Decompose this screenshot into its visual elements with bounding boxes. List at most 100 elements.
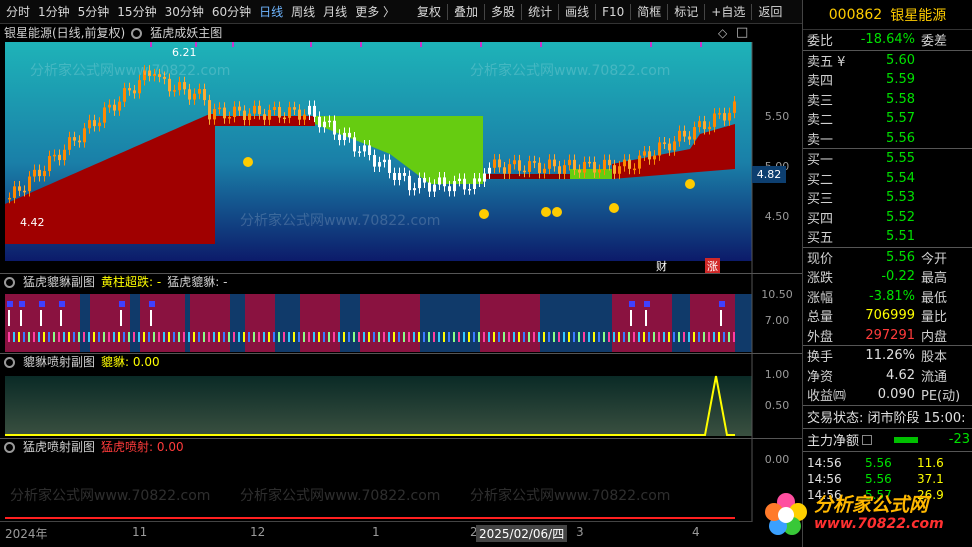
sub1-white-bar <box>20 310 22 326</box>
sub1-bar <box>93 332 95 342</box>
ask-row: 卖四 5.59 <box>803 70 972 90</box>
tab-60min[interactable]: 60分钟 <box>208 0 255 24</box>
sub1-y-axis: 10.50 7.00 <box>752 274 802 354</box>
x-tick: 1 <box>372 525 380 539</box>
adjust-button[interactable]: 复权 <box>413 0 445 24</box>
gear-icon[interactable] <box>4 441 15 453</box>
money-bag-icon <box>552 207 562 217</box>
sub-chart-3-panel[interactable]: 猛虎喷射副图 猛虎喷射: 0.00 0.00 <box>0 438 802 522</box>
sub1-bar <box>58 332 60 342</box>
finance-marker[interactable]: 财 <box>656 258 667 274</box>
candle-body <box>243 110 246 120</box>
ask-price: 5.60 <box>886 52 915 68</box>
tab-15min[interactable]: 15分钟 <box>113 0 160 24</box>
sub1-bar <box>543 332 545 342</box>
candle-body <box>728 112 731 121</box>
candle-body <box>278 106 281 118</box>
rise-marker[interactable]: 涨 <box>705 258 720 274</box>
main-y-axis: 5.50 5.00 4.50 <box>752 24 802 273</box>
stat-row: 净资 4.62 流通 <box>803 366 972 386</box>
gear-icon[interactable] <box>131 27 143 39</box>
tab-intraday[interactable]: 分时 <box>2 0 34 24</box>
tab-monthly[interactable]: 月线 <box>319 0 351 24</box>
sub1-bar <box>88 332 90 342</box>
candle-body <box>263 114 266 120</box>
tab-1min[interactable]: 1分钟 <box>34 0 74 24</box>
ask-label: 卖一 <box>807 132 834 148</box>
candle-body <box>668 143 671 151</box>
add-watchlist-button[interactable]: +自选 <box>707 0 749 24</box>
money-bag-icon <box>479 209 489 219</box>
tick-price: 5.56 <box>865 455 892 470</box>
stat-value: 706999 <box>865 308 915 324</box>
net-flow-label: 主力净额 <box>807 434 860 449</box>
stats-list: 现价 5.56 今开 涨跌 -0.22 最高 涨幅 -3.81% 最低 总量 706999 量比 外盘 2… <box>803 248 972 346</box>
stat-label: 涨跌 <box>807 271 834 287</box>
mark-button[interactable]: 标记 <box>670 0 702 24</box>
sub1-bar <box>188 332 190 342</box>
gear-icon[interactable] <box>4 356 15 368</box>
candle-body <box>693 127 696 140</box>
tab-5min[interactable]: 5分钟 <box>74 0 114 24</box>
sub1-bar <box>313 332 315 342</box>
candle-body <box>78 140 81 143</box>
multi-stock-button[interactable]: 多股 <box>487 0 519 24</box>
tab-more[interactable]: 更多 〉 <box>351 0 399 24</box>
sub1-bar <box>218 332 220 342</box>
sub1-bar <box>213 332 215 342</box>
tab-weekly[interactable]: 周线 <box>287 0 319 24</box>
sub1-item-2: 猛虎貔貅: - <box>167 275 228 289</box>
candle-body <box>38 169 41 177</box>
statistics-button[interactable]: 统计 <box>524 0 556 24</box>
candle-body <box>458 178 461 182</box>
sub1-name[interactable]: 猛虎貔貅副图 <box>23 274 95 290</box>
candle-body <box>163 76 166 79</box>
sub1-bar <box>53 332 55 342</box>
stat-row: 涨跌 -0.22 最高 <box>803 267 972 287</box>
main-chart-canvas[interactable] <box>0 24 802 273</box>
sub-chart-2-panel[interactable]: 貔貅喷射副图 貔貅: 0.00 1.00 0.50 <box>0 353 802 439</box>
gear-icon[interactable] <box>4 276 15 288</box>
candle-body <box>468 188 471 191</box>
tab-30min[interactable]: 30分钟 <box>161 0 208 24</box>
tick-volume: 11.6 <box>917 455 944 470</box>
stat-label-2: 最高 <box>921 271 948 287</box>
square-icon[interactable]: □ <box>736 25 748 40</box>
main-indicator-name[interactable]: 猛虎成妖主图 <box>150 25 222 41</box>
ask-price: 5.59 <box>886 72 915 88</box>
sub-chart-3-title: 猛虎喷射副图 猛虎喷射: 0.00 <box>4 439 184 455</box>
back-button[interactable]: 返回 <box>754 0 786 24</box>
sub1-bar <box>323 332 325 342</box>
sub3-name[interactable]: 猛虎喷射副图 <box>23 439 95 455</box>
overlay-button[interactable]: 叠加 <box>450 0 482 24</box>
candle-body <box>153 74 156 77</box>
candle-body <box>378 162 381 167</box>
toolbar-divider <box>667 3 669 20</box>
candle-body <box>258 105 261 115</box>
candle-body <box>408 175 411 191</box>
candle-body <box>718 113 721 115</box>
f10-button[interactable]: F10 <box>598 0 628 24</box>
sub1-block <box>140 294 185 352</box>
sub1-bar <box>263 332 265 342</box>
main-chart-panel[interactable]: 银星能源(日线,前复权) 猛虎成妖主图 ◇ □ 6.21 4.42 5.50 5… <box>0 24 802 274</box>
candle-body <box>678 130 681 142</box>
candle-body <box>388 159 391 173</box>
logo-title: 分析家公式网 <box>814 493 929 516</box>
diamond-icon[interactable]: ◇ <box>718 26 727 40</box>
sub-chart-1-panel[interactable]: 猛虎貔貅副图 黄柱超跌: - 猛虎貔貅: - 10.50 7.00 <box>0 273 802 354</box>
simple-frame-button[interactable]: 简框 <box>633 0 665 24</box>
sub1-white-bar <box>150 310 152 326</box>
candle-body <box>178 82 181 91</box>
stat-value: 297291 <box>865 327 915 343</box>
sub1-bar <box>163 332 165 342</box>
candle-body <box>438 177 441 185</box>
bid-label: 买二 <box>807 172 834 188</box>
tab-daily[interactable]: 日线 <box>255 0 287 24</box>
sub1-white-bar <box>40 310 42 326</box>
sub1-bar <box>373 332 375 342</box>
sub2-name[interactable]: 貔貅喷射副图 <box>23 354 95 370</box>
draw-line-button[interactable]: 画线 <box>561 0 593 24</box>
list-icon[interactable] <box>862 434 873 445</box>
candle-body <box>333 120 336 135</box>
